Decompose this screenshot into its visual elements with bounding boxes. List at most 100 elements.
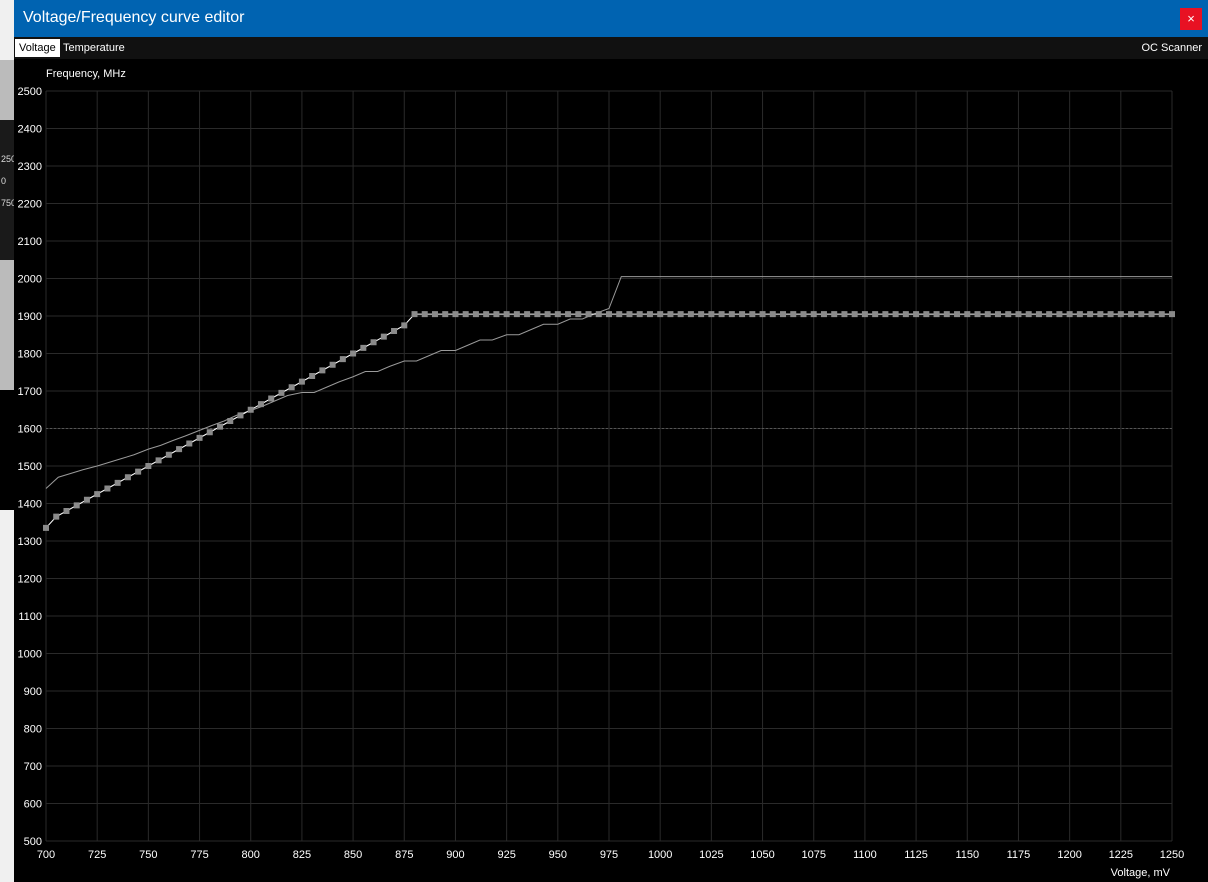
- curve-point[interactable]: [708, 311, 715, 318]
- curve-point[interactable]: [739, 311, 746, 318]
- curve-point[interactable]: [1035, 311, 1042, 318]
- tab-voltage[interactable]: Voltage: [15, 39, 60, 57]
- curve-point[interactable]: [1097, 311, 1104, 318]
- curve-point[interactable]: [1087, 311, 1094, 318]
- curve-point[interactable]: [1169, 311, 1175, 318]
- curve-point[interactable]: [53, 513, 60, 520]
- curve-point[interactable]: [575, 311, 582, 318]
- curve-point[interactable]: [524, 311, 531, 318]
- oc-scanner-button[interactable]: OC Scanner: [1141, 39, 1202, 57]
- curve-point[interactable]: [206, 429, 213, 436]
- curve-point[interactable]: [83, 496, 90, 503]
- curve-point[interactable]: [810, 311, 817, 318]
- curve-point[interactable]: [943, 311, 950, 318]
- curve-point[interactable]: [882, 311, 889, 318]
- curve-point[interactable]: [513, 311, 520, 318]
- curve-point[interactable]: [994, 311, 1001, 318]
- curve-point[interactable]: [421, 311, 428, 318]
- curve-point[interactable]: [820, 311, 827, 318]
- curve-point[interactable]: [339, 356, 346, 363]
- curve-point[interactable]: [472, 311, 479, 318]
- curve-point[interactable]: [309, 373, 316, 379]
- curve-point[interactable]: [1056, 311, 1063, 318]
- curve-point[interactable]: [646, 311, 653, 318]
- curve-point[interactable]: [636, 311, 643, 318]
- curve-point[interactable]: [186, 440, 193, 447]
- curve-point[interactable]: [861, 311, 868, 318]
- curve-point[interactable]: [698, 311, 705, 318]
- curve-point[interactable]: [1046, 311, 1053, 318]
- curve-point[interactable]: [73, 502, 80, 509]
- curve-point[interactable]: [728, 311, 735, 318]
- curve-point[interactable]: [503, 311, 510, 318]
- curve-point[interactable]: [135, 468, 142, 475]
- curve-point[interactable]: [257, 401, 264, 408]
- curve-point[interactable]: [268, 395, 275, 402]
- curve-point[interactable]: [145, 463, 152, 469]
- curve-point[interactable]: [493, 311, 500, 318]
- curve-point[interactable]: [595, 311, 602, 318]
- curve-point[interactable]: [841, 311, 848, 318]
- curve-point[interactable]: [892, 311, 899, 318]
- curve-point[interactable]: [902, 311, 909, 318]
- curve-point[interactable]: [964, 311, 971, 318]
- curve-point[interactable]: [780, 311, 787, 318]
- curve-point[interactable]: [759, 311, 766, 318]
- curve-point[interactable]: [1117, 311, 1124, 318]
- curve-point[interactable]: [1158, 311, 1165, 318]
- curve-point[interactable]: [360, 344, 367, 351]
- curve-point[interactable]: [974, 311, 981, 318]
- curve-point[interactable]: [247, 406, 254, 413]
- curve-point[interactable]: [370, 339, 377, 346]
- curve-point[interactable]: [278, 389, 285, 396]
- curve-point[interactable]: [380, 333, 387, 340]
- curve-point[interactable]: [319, 367, 326, 374]
- curve-point[interactable]: [534, 311, 541, 318]
- curve-point[interactable]: [217, 423, 224, 430]
- curve-point[interactable]: [350, 350, 357, 357]
- curve-point[interactable]: [749, 311, 756, 318]
- curve-point[interactable]: [1138, 311, 1145, 318]
- curve-point[interactable]: [616, 311, 623, 318]
- curve-point[interactable]: [933, 311, 940, 318]
- curve-point[interactable]: [677, 311, 684, 318]
- curve-point[interactable]: [800, 311, 807, 318]
- curve-point[interactable]: [687, 311, 694, 318]
- curve-point[interactable]: [831, 311, 838, 318]
- curve-point[interactable]: [288, 384, 295, 391]
- curve-point[interactable]: [227, 418, 234, 424]
- curve-point[interactable]: [237, 412, 244, 419]
- curve-point[interactable]: [155, 457, 162, 464]
- curve-point[interactable]: [1025, 311, 1032, 318]
- curve-point[interactable]: [667, 311, 674, 318]
- curve-point[interactable]: [176, 446, 183, 453]
- curve-point[interactable]: [769, 311, 776, 318]
- title-bar[interactable]: Voltage/Frequency curve editor ×: [14, 0, 1208, 37]
- curve-point[interactable]: [196, 434, 203, 441]
- curve-point[interactable]: [606, 311, 612, 318]
- curve-point[interactable]: [718, 311, 725, 318]
- curve-point[interactable]: [401, 322, 408, 329]
- curve-point[interactable]: [984, 311, 991, 318]
- curve-point[interactable]: [329, 361, 336, 368]
- curve-point[interactable]: [657, 311, 664, 318]
- curve-point[interactable]: [165, 451, 172, 458]
- curve-point[interactable]: [954, 311, 961, 318]
- curve-point[interactable]: [104, 485, 111, 492]
- curve-point[interactable]: [585, 311, 592, 318]
- curve-point[interactable]: [1005, 311, 1012, 318]
- curve-point[interactable]: [554, 311, 561, 318]
- curve-point[interactable]: [298, 378, 305, 385]
- curve-point[interactable]: [452, 311, 459, 318]
- curve-point[interactable]: [565, 311, 572, 318]
- curve-point[interactable]: [1148, 311, 1155, 318]
- curve-point[interactable]: [1107, 311, 1114, 318]
- curve-point[interactable]: [431, 311, 438, 318]
- curve-point[interactable]: [442, 311, 449, 318]
- curve-point[interactable]: [1015, 311, 1022, 318]
- curve-point[interactable]: [462, 311, 469, 318]
- curve-point[interactable]: [626, 311, 633, 318]
- curve-point[interactable]: [790, 311, 797, 318]
- curve-point[interactable]: [411, 311, 418, 318]
- curve-point[interactable]: [1076, 311, 1083, 318]
